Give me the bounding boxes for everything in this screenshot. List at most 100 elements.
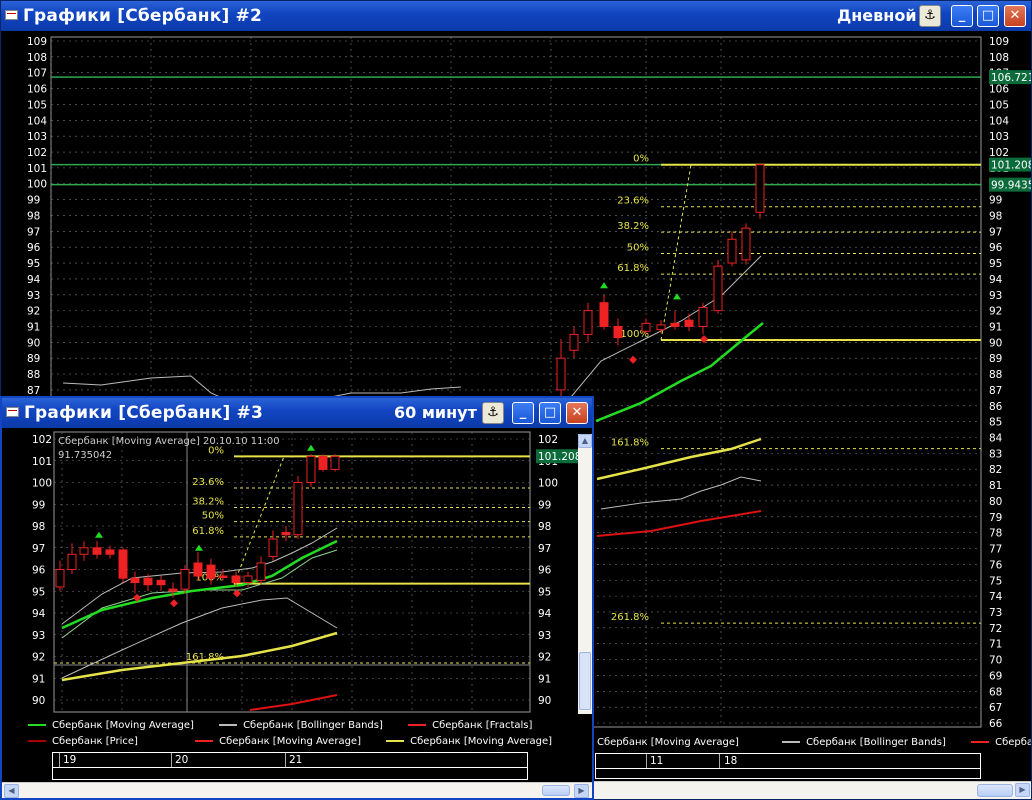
fractal-up-icon — [95, 531, 103, 538]
level-tag: 106.7213 — [991, 72, 1032, 84]
candle — [741, 227, 751, 261]
legend-item-fractals: Сбербанк [Fractals] — [408, 720, 532, 731]
anchor-icon[interactable]: ⚓ — [919, 5, 941, 27]
right-price-tick: 98 — [538, 521, 551, 533]
fractal-down-icon — [629, 355, 637, 364]
left-price-tick: 104 — [27, 115, 47, 127]
scroll-right-icon[interactable]: ▶ — [574, 784, 589, 798]
right-price-tick: 100 — [538, 478, 558, 490]
left-price-tick: 90 — [27, 337, 40, 349]
fib-trend-line — [660, 164, 692, 341]
date-label: 11 — [650, 755, 664, 767]
indicator-info-line1: Сбербанк [Moving Average] 20.10.10 11:00 — [58, 436, 280, 447]
inner-horizontal-scrollbar[interactable]: ◀ ▶ — [2, 782, 592, 798]
right-price-tick: 94 — [538, 608, 552, 620]
level-tag: 101.2083 — [538, 451, 578, 463]
inner-date-axis: 19 20 21 — [52, 752, 528, 768]
scroll-thumb[interactable] — [977, 784, 1013, 797]
right-price-tick: 88 — [989, 369, 1002, 381]
left-price-tick: 109 — [27, 36, 47, 48]
candle — [599, 302, 609, 327]
fib-level-label: 261.8% — [611, 612, 649, 623]
inner-vertical-scrollbar[interactable]: ▲ — [578, 434, 592, 714]
right-price-tick: 92 — [989, 306, 1002, 318]
left-price-tick: 96 — [27, 242, 41, 254]
left-price-tick: 94 — [32, 608, 46, 620]
candle — [55, 569, 65, 588]
level-tag: 101.2083 — [991, 160, 1032, 172]
maximize-button[interactable]: □ — [539, 402, 561, 424]
inner-period-label[interactable]: 60 минут — [394, 403, 477, 422]
right-price-tick: 83 — [989, 448, 1002, 460]
fractal-up-icon — [600, 282, 608, 289]
fib-level-label: 38.2% — [617, 221, 649, 232]
anchor-icon[interactable]: ⚓ — [482, 402, 504, 424]
left-price-tick: 89 — [27, 353, 40, 365]
left-price-tick: 98 — [27, 210, 40, 222]
left-price-tick: 93 — [32, 630, 45, 642]
candle — [330, 455, 340, 470]
candle — [243, 575, 253, 584]
fractal-down-icon — [700, 335, 708, 344]
main-titlebar[interactable]: Графики [Сбербанк] #2 Дневной ⚓ _ □ ✕ — [1, 1, 1031, 31]
left-price-tick: 97 — [32, 543, 45, 555]
close-button[interactable]: ✕ — [1004, 5, 1026, 27]
window-menu-icon[interactable] — [5, 10, 18, 20]
left-price-tick: 90 — [32, 695, 45, 707]
right-price-tick: 67 — [989, 702, 1002, 714]
date-label: 18 — [724, 755, 738, 767]
candle — [613, 325, 623, 339]
right-price-tick: 73 — [989, 607, 1002, 619]
right-price-tick: 94 — [989, 274, 1003, 286]
inner-date-axis-lower — [52, 768, 528, 780]
minimize-button[interactable]: _ — [512, 402, 534, 424]
fib-level-label: 0% — [633, 154, 649, 165]
candle — [583, 310, 593, 335]
left-price-tick: 100 — [27, 179, 47, 191]
candle — [143, 577, 153, 586]
scroll-right-icon[interactable]: ▶ — [1015, 783, 1030, 797]
right-price-tick: 104 — [989, 115, 1009, 127]
candle — [168, 588, 178, 592]
left-price-tick: 100 — [32, 478, 52, 490]
candle — [206, 564, 216, 579]
candle — [156, 579, 166, 586]
right-price-tick: 76 — [989, 559, 1003, 571]
right-price-tick: 102 — [538, 434, 558, 446]
main-date-axis: 11 18 — [595, 753, 981, 769]
left-price-tick: 95 — [32, 586, 45, 598]
fib-level-label: 50% — [202, 511, 224, 522]
inner-titlebar[interactable]: Графики [Сбербанк] #3 60 минут ⚓ _ □ ✕ — [2, 398, 592, 428]
inner-window-title: Графики [Сбербанк] #3 — [24, 403, 264, 423]
left-price-tick: 93 — [27, 290, 40, 302]
maximize-button[interactable]: □ — [977, 5, 999, 27]
fractal-down-icon — [170, 599, 178, 608]
right-price-tick: 93 — [989, 290, 1002, 302]
right-price-tick: 96 — [989, 242, 1003, 254]
scroll-thumb[interactable] — [542, 785, 570, 796]
fractal-up-icon — [195, 544, 203, 551]
close-button[interactable]: ✕ — [566, 402, 588, 424]
left-price-tick: 108 — [27, 52, 47, 64]
indicator-info-line2: 91.735042 — [58, 450, 112, 461]
date-tick — [719, 754, 720, 768]
period-label[interactable]: Дневной — [837, 6, 917, 25]
left-price-tick: 105 — [27, 99, 47, 111]
candle — [713, 265, 723, 312]
inner-chart-window: Графики [Сбербанк] #3 60 минут ⚓ _ □ ✕ 1… — [0, 396, 594, 800]
right-price-tick: 91 — [989, 321, 1002, 333]
window-menu-icon[interactable] — [6, 407, 19, 417]
left-price-tick: 92 — [27, 306, 40, 318]
legend-item-ma-red: Сбербанк [Moving Average] — [195, 736, 361, 747]
scroll-thumb[interactable] — [579, 652, 591, 710]
left-price-tick: 88 — [27, 369, 40, 381]
candle — [67, 553, 77, 571]
right-price-tick: 99 — [538, 499, 551, 511]
scroll-left-icon[interactable]: ◀ — [4, 784, 19, 798]
scroll-up-icon[interactable]: ▲ — [578, 434, 592, 448]
candle — [218, 575, 228, 579]
fractal-up-icon — [673, 293, 681, 300]
candle — [231, 575, 241, 584]
inner-price-chart[interactable]: 1021021011011001009999989897979696959594… — [2, 428, 578, 714]
minimize-button[interactable]: _ — [951, 5, 973, 27]
